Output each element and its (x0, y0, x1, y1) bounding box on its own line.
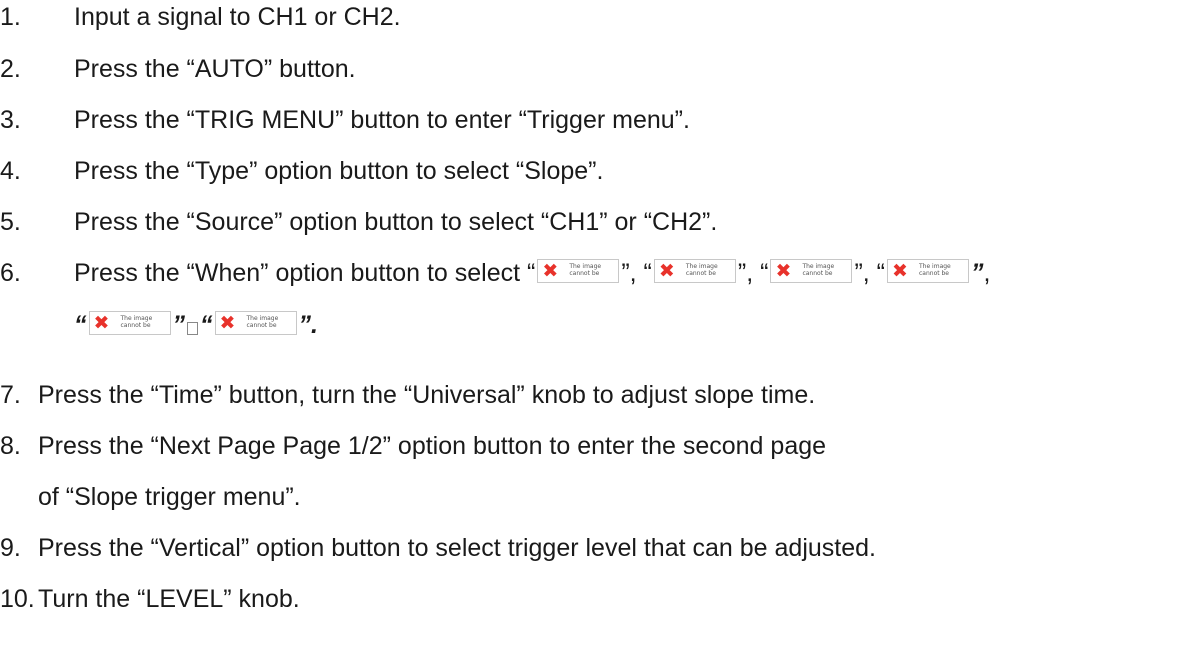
broken-image-icon: ✖ (219, 312, 236, 335)
step-text: Press the “When” option button to select… (74, 259, 536, 287)
step-number: 8. (0, 432, 21, 460)
step-text: Input a signal to CH1 or CH2. (74, 3, 401, 31)
step-text: Press the “Vertical” option button to se… (38, 534, 876, 562)
missing-image-placeholder: ✖ The image cannot be (653, 259, 736, 284)
broken-image-icon: ✖ (775, 260, 792, 283)
missing-image-placeholder: ✖ The image cannot be (214, 311, 297, 336)
missing-image-caption: The image cannot be (685, 263, 718, 278)
instruction-list: 1. Input a signal to CH1 or CH2. 2. Pres… (0, 0, 1201, 656)
missing-image-placeholder: ✖ The image cannot be (770, 259, 853, 284)
step-number: 9. (0, 534, 21, 562)
step-number: 4. (0, 157, 21, 185)
quote-separator: ”, “ (737, 259, 769, 287)
missing-image-placeholder: ✖ The image cannot be (886, 259, 969, 284)
step-number: 1. (0, 3, 21, 31)
missing-image-placeholder: ✖ The image cannot be (537, 259, 620, 284)
step-number: 6. (0, 259, 21, 287)
step-number: 5. (0, 208, 21, 236)
step-number: 2. (0, 55, 21, 83)
missing-image-caption: The image cannot be (569, 263, 602, 278)
comma: , (983, 259, 991, 287)
quote-separator: ”, “ (621, 259, 652, 287)
broken-image-icon: ✖ (658, 260, 675, 283)
step-text: Press the “AUTO” button. (74, 55, 356, 83)
quote-close: ” (172, 311, 186, 339)
step-6-line-2: “ ✖ The image cannot be ” “ ✖ The image cannot… (74, 310, 318, 340)
quote-close-period: ”. (298, 311, 318, 339)
missing-glyph-box (187, 322, 198, 335)
step-text: Press the “Next Page Page 1/2” option bu… (38, 432, 827, 460)
broken-image-icon: ✖ (93, 312, 110, 335)
missing-image-placeholder: ✖ The image cannot be (88, 311, 171, 336)
quote-open: “ (200, 311, 213, 339)
step-number: 7. (0, 381, 21, 409)
step-text: Press the “TRIG MENU” button to enter “T… (74, 106, 690, 134)
quote-open: “ (74, 311, 87, 339)
quote-separator: ”, “ (854, 259, 885, 287)
step-text: Press the “Time” button, turn the “Unive… (38, 381, 816, 409)
step-text: Turn the “LEVEL” knob. (38, 585, 300, 613)
step-6-line-1: Press the “When” option button to select… (74, 258, 990, 288)
step-number: 3. (0, 106, 21, 134)
broken-image-icon: ✖ (542, 260, 559, 283)
step-text-continued: of “Slope trigger menu”. (38, 483, 301, 511)
missing-image-caption: The image cannot be (802, 263, 835, 278)
step-number: 10. (0, 585, 35, 613)
step-text: Press the “Type” option button to select… (74, 157, 604, 185)
missing-image-caption: The image cannot be (246, 315, 279, 330)
broken-image-icon: ✖ (891, 260, 908, 283)
missing-image-caption: The image cannot be (918, 263, 951, 278)
missing-image-caption: The image cannot be (120, 315, 153, 330)
quote-close: ” (970, 259, 984, 287)
step-text: Press the “Source” option button to sele… (74, 208, 718, 236)
